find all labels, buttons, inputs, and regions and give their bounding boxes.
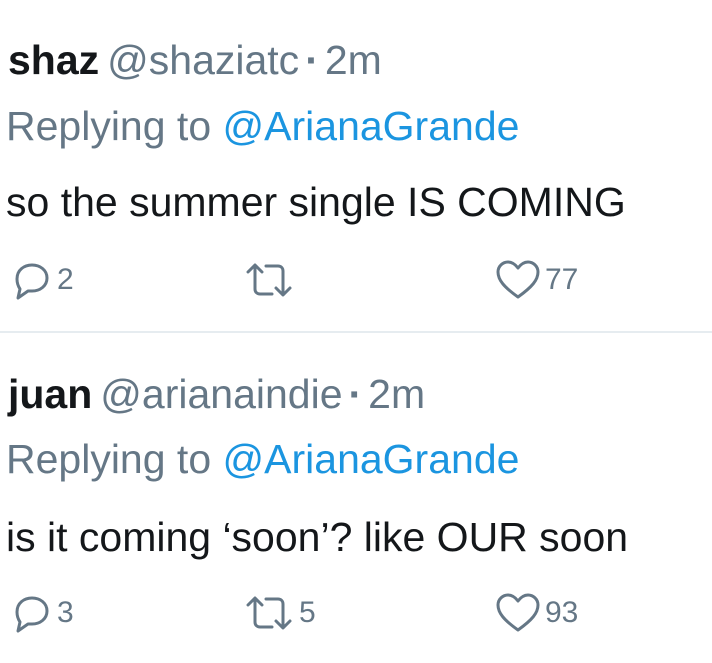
author-handle[interactable]: @shaziatc xyxy=(107,37,299,83)
retweet-button[interactable] xyxy=(242,255,299,305)
tweet-header: shaz @shaziatc · 2m xyxy=(8,40,382,81)
heart-icon xyxy=(494,257,542,303)
replying-to-label: Replying to xyxy=(6,103,212,149)
heart-icon xyxy=(494,590,542,636)
retweet-icon xyxy=(242,257,296,303)
retweet-button[interactable]: 5 xyxy=(242,588,316,638)
tweet-actions: 3 5 93 xyxy=(0,588,712,638)
mention-link[interactable]: @ArianaGrande xyxy=(223,436,520,482)
tweet-header: juan @arianaindie · 2m xyxy=(8,374,425,415)
like-button[interactable]: 77 xyxy=(494,255,578,305)
separator-dot: · xyxy=(305,37,319,83)
tweet-text: so the summer single IS COMING xyxy=(6,179,626,225)
replying-to-line: Replying to @ArianaGrande xyxy=(6,106,519,147)
reply-count: 3 xyxy=(57,596,74,629)
like-button[interactable]: 93 xyxy=(494,588,578,638)
tweet-actions: 2 77 xyxy=(0,255,712,305)
separator-dot: · xyxy=(348,371,363,417)
mention-link[interactable]: @ArianaGrande xyxy=(223,103,520,149)
replying-to-label: Replying to xyxy=(6,436,212,482)
tweet-reply[interactable]: juan @arianaindie · 2m Replying to @ArianaG… xyxy=(0,333,712,663)
author-name[interactable]: shaz xyxy=(8,37,99,83)
like-count: 93 xyxy=(545,596,579,629)
timestamp[interactable]: 2m xyxy=(368,371,425,417)
replying-to-line: Replying to @ArianaGrande xyxy=(6,439,519,480)
reply-icon xyxy=(8,590,54,636)
reply-button[interactable]: 3 xyxy=(8,588,74,638)
reply-icon xyxy=(8,257,54,303)
retweet-count: 5 xyxy=(299,596,316,629)
author-name[interactable]: juan xyxy=(8,371,92,417)
tweet-text: is it coming ‘soon’? like OUR soon xyxy=(6,514,629,560)
retweet-icon xyxy=(242,590,296,636)
author-handle[interactable]: @arianaindie xyxy=(100,371,342,417)
reply-count: 2 xyxy=(57,263,74,296)
reply-button[interactable]: 2 xyxy=(8,255,74,305)
like-count: 77 xyxy=(545,263,579,296)
tweet-reply[interactable]: shaz @shaziatc · 2m Replying to @ArianaGran… xyxy=(0,0,712,330)
timestamp[interactable]: 2m xyxy=(325,37,382,83)
